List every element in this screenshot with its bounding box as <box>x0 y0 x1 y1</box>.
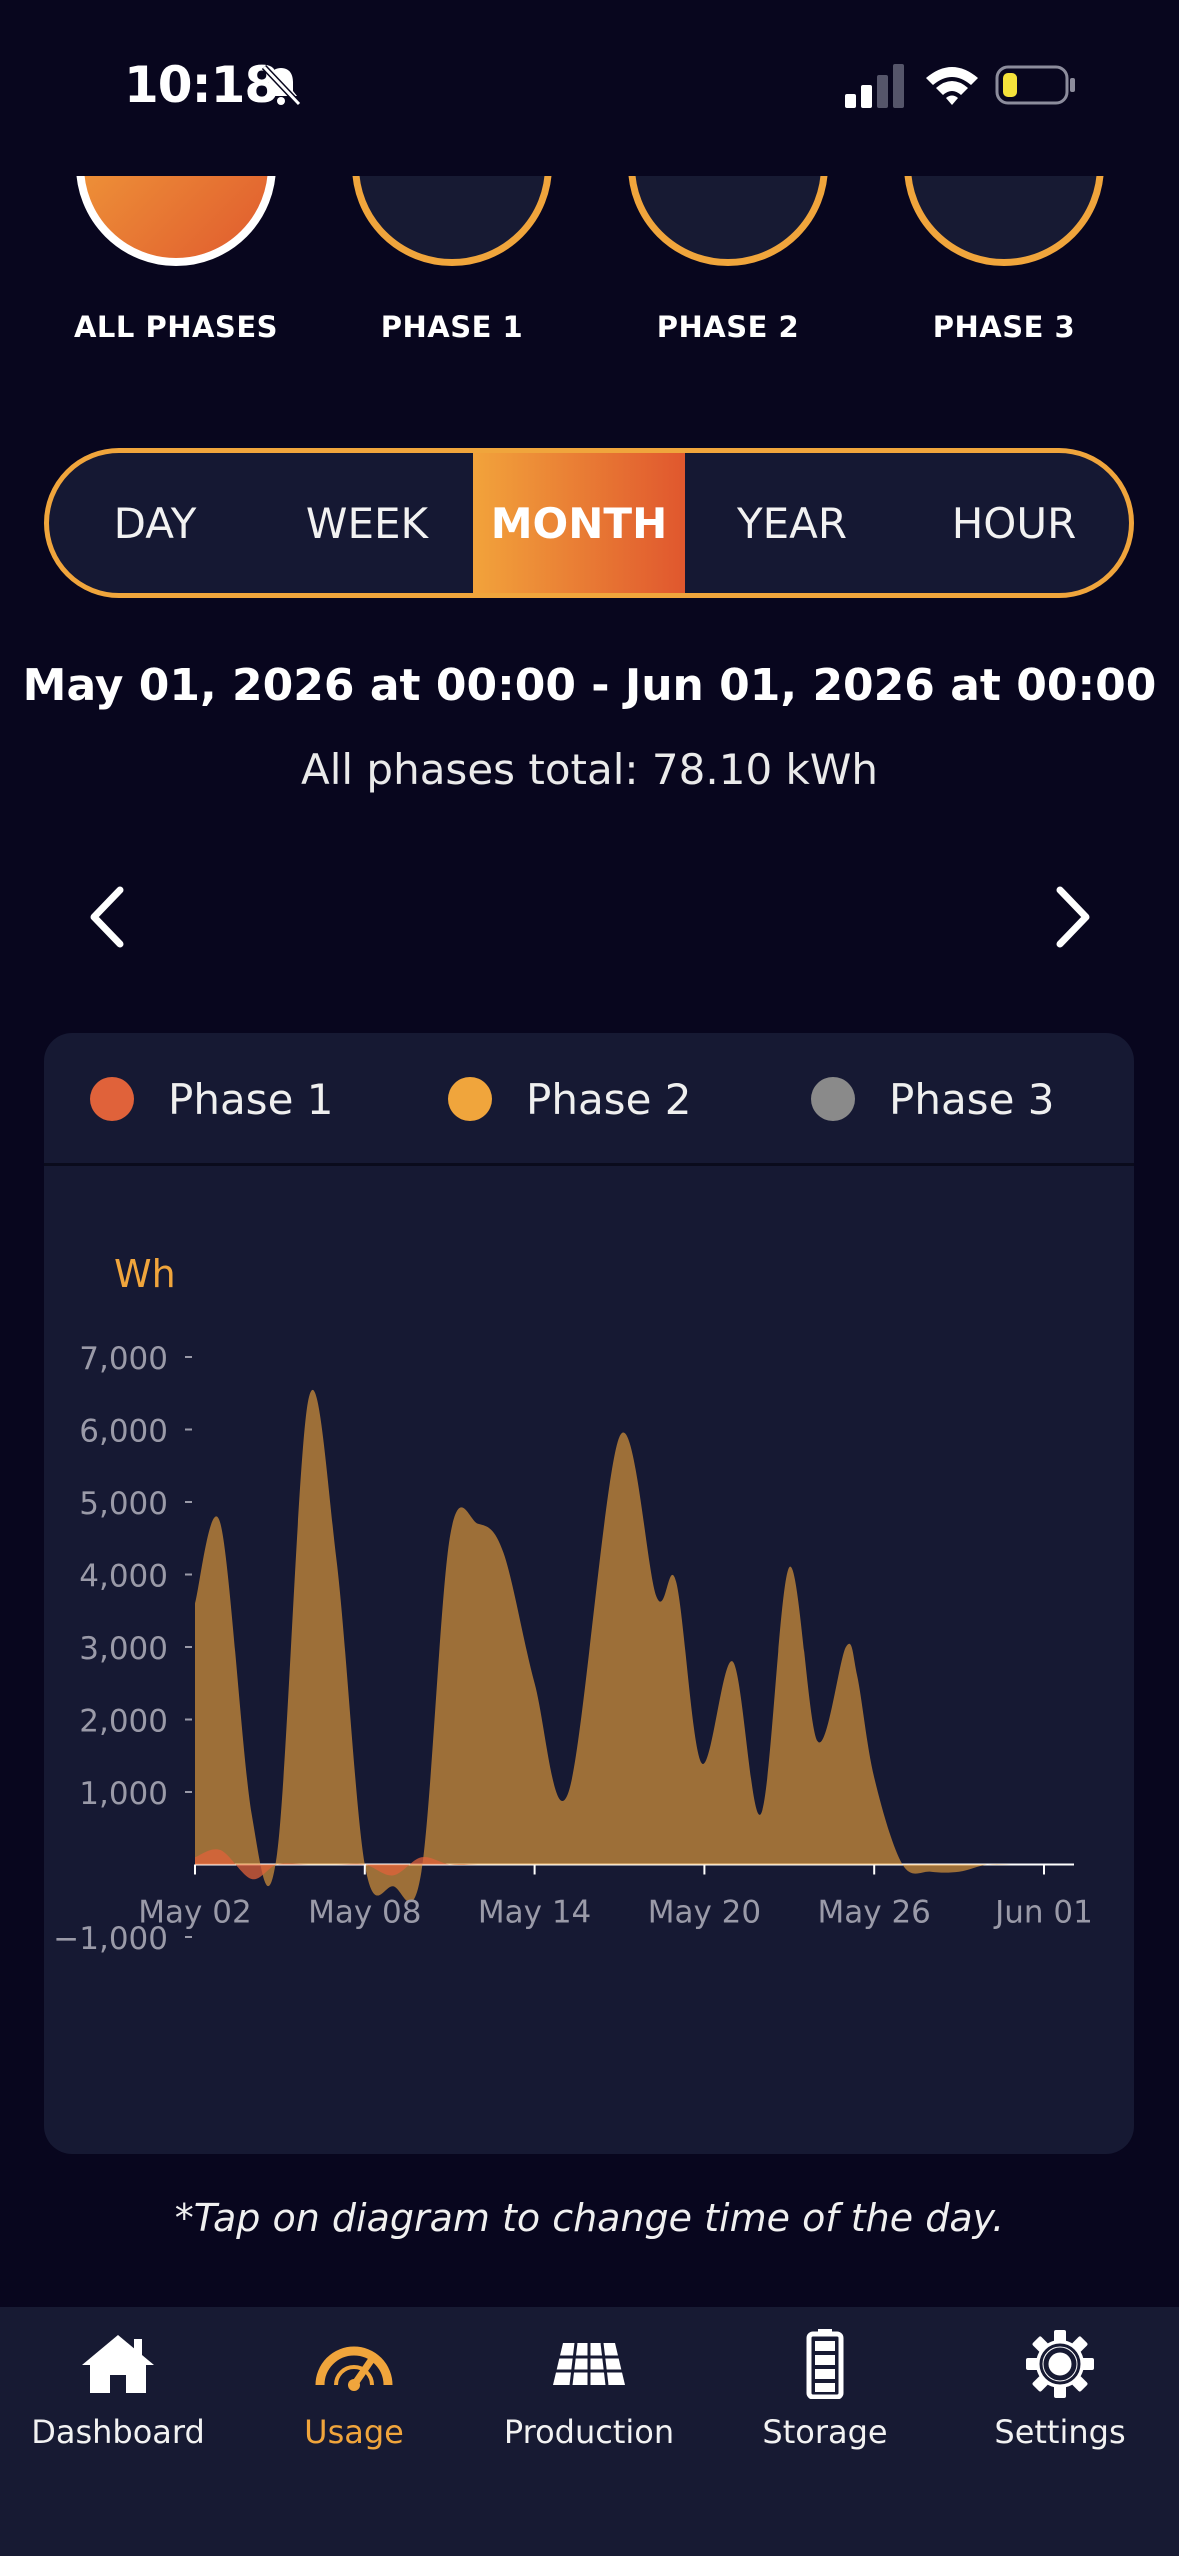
nav-production[interactable]: Production <box>471 2329 707 2451</box>
nav-settings[interactable]: Settings <box>942 2329 1178 2451</box>
y-tick-label: 2,000 <box>79 1704 168 1740</box>
x-tick-label: May 26 <box>818 1895 931 1931</box>
home-icon <box>82 2335 154 2393</box>
signal-icon <box>845 64 904 108</box>
tab-month[interactable]: MONTH <box>473 453 685 593</box>
x-tick-label: May 20 <box>648 1895 761 1931</box>
y-tick-label: 5,000 <box>79 1486 168 1522</box>
x-tick-label: May 14 <box>478 1895 591 1931</box>
gear-icon <box>1026 2330 1094 2398</box>
hint-text: *Tap on diagram to change time of the da… <box>174 2196 1005 2240</box>
total-usage: All phases total: 78.10 kWh <box>301 745 878 794</box>
battery-icon <box>995 65 1075 105</box>
nav-label: Production <box>503 2413 675 2451</box>
x-tick-label: May 08 <box>308 1895 421 1931</box>
gauge-icon <box>315 2346 393 2391</box>
date-range: May 01, 2026 at 00:00 - Jun 01, 2026 at … <box>22 660 1157 711</box>
status-time: 10:18 <box>124 56 279 114</box>
y-tick-label: 7,000 <box>79 1341 168 1377</box>
bell-muted-icon <box>261 64 302 107</box>
tab-year[interactable]: YEAR <box>685 453 899 593</box>
nav-label: Usage <box>304 2413 404 2451</box>
y-tick-label: 6,000 <box>79 1414 168 1450</box>
period-selector: DAY WEEK MONTH YEAR HOUR <box>44 448 1134 598</box>
wifi-icon <box>926 67 978 105</box>
x-tick-label: May 02 <box>138 1895 251 1931</box>
y-tick-label: 4,000 <box>79 1559 168 1595</box>
nav-dashboard[interactable]: Dashboard <box>0 2329 236 2451</box>
x-tick-label: Jun 01 <box>993 1895 1093 1931</box>
nav-storage[interactable]: Storage <box>707 2329 943 2451</box>
y-tick-label: 1,000 <box>79 1776 168 1812</box>
chart-card[interactable]: Phase 1 Phase 2 Phase 3 Wh 7,000 6,000 5,00… <box>44 1033 1134 2154</box>
phase-label: ALL PHASES <box>73 310 279 344</box>
battery-icon <box>806 2329 844 2399</box>
next-period-icon[interactable] <box>1048 882 1098 952</box>
nav-usage[interactable]: Usage <box>236 2329 472 2451</box>
solar-panel-icon <box>553 2342 625 2386</box>
y-axis-unit: Wh <box>114 1252 176 1296</box>
previous-period-icon[interactable] <box>82 882 132 952</box>
y-tick-label: 3,000 <box>79 1631 168 1667</box>
nav-label: Settings <box>994 2413 1126 2451</box>
phase-label: PHASE 1 <box>380 310 524 344</box>
tab-hour[interactable]: HOUR <box>899 453 1129 593</box>
tab-week[interactable]: WEEK <box>261 453 473 593</box>
tab-day[interactable]: DAY <box>49 453 261 593</box>
series-area-phase-2 <box>195 1389 1044 1903</box>
phase-label: PHASE 3 <box>932 310 1076 344</box>
bottom-nav: Dashboard Usage Production Storage Setti… <box>0 2307 1179 2556</box>
nav-label: Dashboard <box>31 2413 205 2451</box>
usage-chart[interactable]: Wh7,0006,0005,0004,0003,0002,0001,000−1,… <box>44 1033 1134 2154</box>
phase-label: PHASE 2 <box>656 310 800 344</box>
nav-label: Storage <box>762 2413 888 2451</box>
